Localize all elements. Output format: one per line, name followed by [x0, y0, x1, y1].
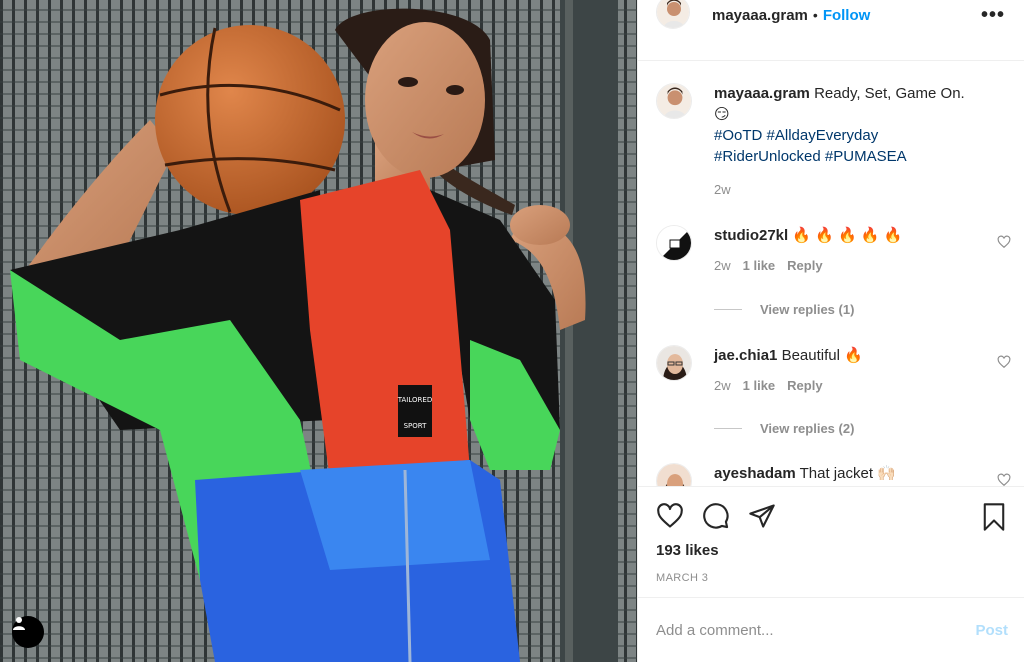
separator-dot: •: [812, 7, 818, 23]
svg-text:TAILORED: TAILORED: [397, 396, 432, 404]
caption-item: mayaaa.gram Ready, Set, Game On. 😏 #OoTD…: [656, 83, 1011, 200]
caption-text: Ready, Set, Game On.: [814, 85, 965, 102]
comment-like-heart-icon[interactable]: [997, 355, 1011, 373]
comment-avatar[interactable]: [656, 463, 692, 486]
caption-hashtags[interactable]: #OoTD #AlldayEveryday: [714, 125, 984, 146]
comment-icon[interactable]: [702, 502, 730, 534]
view-replies-label[interactable]: View replies (1): [760, 302, 854, 317]
comment-username[interactable]: ayeshadam: [714, 465, 796, 482]
bookmark-icon[interactable]: [980, 502, 1008, 536]
view-replies-button[interactable]: View replies (1): [714, 302, 854, 317]
comment-text: Beautiful 🔥: [781, 347, 863, 364]
add-comment-input[interactable]: [656, 621, 946, 639]
caption-avatar[interactable]: [656, 83, 692, 119]
caption-emoji: 😏: [714, 106, 730, 123]
more-horizontal-icon[interactable]: •••: [981, 4, 1005, 27]
comment-likes[interactable]: 1 like: [743, 255, 776, 276]
post-photo[interactable]: TAILORED SPORT: [0, 0, 637, 662]
comment-text: That jacket 🙌🏻: [799, 465, 896, 482]
comment-item: jae.chia1 Beautiful 🔥 2w 1 like Reply: [656, 345, 1011, 396]
view-replies-button[interactable]: View replies (2): [714, 421, 854, 436]
reply-button[interactable]: Reply: [787, 375, 822, 396]
comment-username[interactable]: jae.chia1: [714, 347, 777, 364]
comment-time[interactable]: 2w: [714, 255, 731, 276]
reply-button[interactable]: Reply: [787, 255, 822, 276]
comment-like-heart-icon[interactable]: [997, 473, 1011, 486]
post-date[interactable]: MARCH 3: [656, 572, 708, 584]
comment-avatar[interactable]: [656, 225, 692, 261]
likes-count[interactable]: 193 likes: [656, 542, 719, 559]
heart-icon[interactable]: [656, 502, 684, 534]
divider: [638, 486, 1024, 487]
caption-username[interactable]: mayaaa.gram: [714, 85, 810, 102]
post-side-panel: mayaaa.gram • Follow ••• mayaaa.gram Rea…: [637, 0, 1024, 662]
action-bar: [656, 502, 1008, 534]
comment-text: 🔥 🔥 🔥 🔥 🔥: [792, 227, 903, 244]
author-username[interactable]: mayaaa.gram: [712, 7, 808, 24]
post-comment-button[interactable]: Post: [975, 622, 1008, 639]
comment-item: studio27kl 🔥 🔥 🔥 🔥 🔥 2w 1 like Reply: [656, 225, 1011, 276]
caption-hashtags[interactable]: #RiderUnlocked #PUMASEA: [714, 146, 984, 167]
comment-item: ayeshadam That jacket 🙌🏻: [656, 463, 1011, 486]
comment-avatar[interactable]: [656, 345, 692, 381]
caption-time[interactable]: 2w: [714, 179, 731, 200]
add-comment-form: Post: [656, 598, 1008, 662]
tagged-user-icon[interactable]: [12, 616, 44, 648]
comments-list[interactable]: mayaaa.gram Ready, Set, Game On. 😏 #OoTD…: [638, 61, 1024, 486]
post-header: mayaaa.gram • Follow •••: [638, 0, 1024, 36]
paper-plane-icon[interactable]: [748, 502, 776, 534]
comment-username[interactable]: studio27kl: [714, 227, 788, 244]
view-replies-label[interactable]: View replies (2): [760, 421, 854, 436]
photo-illustration: TAILORED SPORT: [0, 0, 637, 662]
comment-time[interactable]: 2w: [714, 375, 731, 396]
follow-button[interactable]: Follow: [823, 7, 871, 24]
author-avatar[interactable]: [656, 0, 690, 29]
svg-text:SPORT: SPORT: [404, 422, 428, 430]
comment-like-heart-icon[interactable]: [997, 235, 1011, 253]
comment-likes[interactable]: 1 like: [743, 375, 776, 396]
